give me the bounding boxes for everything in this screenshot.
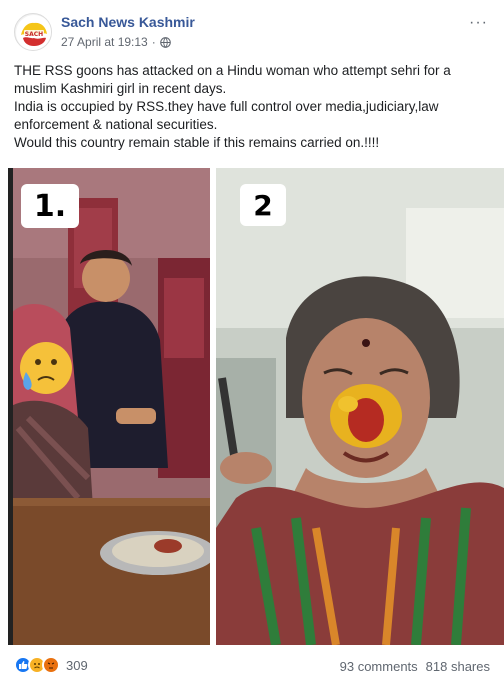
photo-right-image — [216, 168, 504, 645]
photo-right[interactable]: 2 — [216, 168, 504, 645]
page-avatar[interactable]: SACH — [14, 13, 52, 51]
angry-icon — [42, 656, 60, 674]
reaction-count: 309 — [66, 657, 88, 673]
sach-news-logo-icon: SACH — [16, 15, 51, 50]
post-stats: 93 comments 818 shares — [340, 659, 490, 674]
facebook-post: SACH Sach News Kashmir 27 April at 19:13… — [0, 0, 504, 686]
reactions-summary[interactable]: 309 — [14, 656, 88, 674]
more-options-button[interactable]: ··· — [469, 14, 488, 32]
caption-line-3: Would this country remain stable if this… — [14, 135, 380, 150]
shares-count-link[interactable]: 818 shares — [426, 659, 490, 674]
post-caption: THE RSS goons has attacked on a Hindu wo… — [14, 62, 490, 152]
globe-icon — [159, 36, 171, 48]
page-name-link[interactable]: Sach News Kashmir — [61, 14, 195, 30]
photo-left[interactable]: 1. — [8, 168, 210, 645]
caption-line-2: India is occupied by RSS.they have full … — [14, 99, 439, 132]
photo-right-label: 2 — [240, 184, 286, 226]
photo-left-image — [8, 168, 210, 645]
post-footer: 309 93 comments 818 shares — [0, 650, 504, 686]
post-header: SACH Sach News Kashmir 27 April at 19:13… — [0, 0, 504, 56]
meta-separator: · — [151, 35, 156, 49]
svg-text:SACH: SACH — [25, 31, 43, 38]
caption-line-1: THE RSS goons has attacked on a Hindu wo… — [14, 63, 451, 96]
photo-left-label: 1. — [21, 184, 79, 228]
post-timestamp[interactable]: 27 April at 19:13 — [61, 35, 148, 49]
comments-count-link[interactable]: 93 comments — [340, 659, 418, 674]
post-meta: 27 April at 19:13 · — [61, 35, 171, 49]
post-photo-collage[interactable]: 1. 2 — [8, 168, 504, 647]
